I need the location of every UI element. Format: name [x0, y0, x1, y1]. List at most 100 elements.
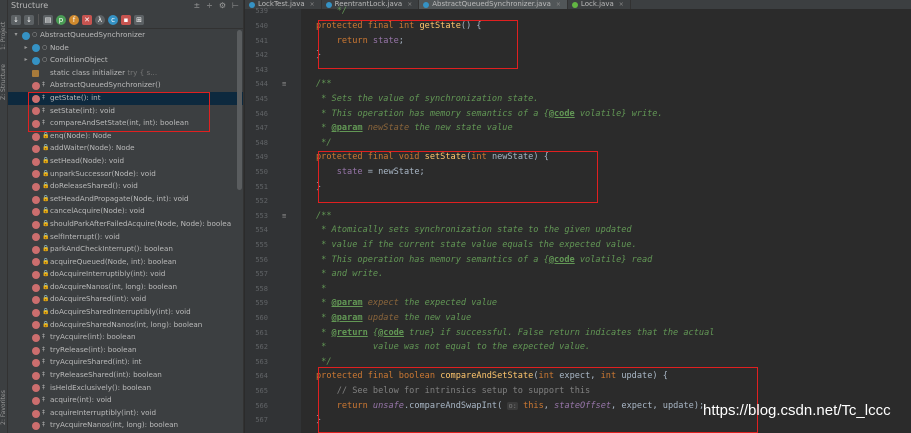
method-icon	[32, 397, 40, 406]
tree-item[interactable]: ‡ tryReleaseShared(int): boolean	[8, 369, 243, 382]
tree-item[interactable]: ‡ tryRelease(int): boolean	[8, 344, 243, 357]
show-non-public-icon[interactable]: ✕	[82, 14, 92, 25]
tree-item[interactable]: ‡ AbstractQueuedSynchronizer()	[8, 79, 243, 92]
expand-all-icon[interactable]: ±	[193, 1, 200, 10]
tree-item[interactable]: ‡ acquireInterruptibly(int): void	[8, 407, 243, 420]
tree-item[interactable]: 🔒 doAcquireSharedNanos(int, long): boolea…	[8, 319, 243, 332]
tree-item[interactable]: 🔒 unparkSuccessor(Node): void	[8, 168, 243, 181]
code-line: /**	[316, 79, 332, 89]
tree-item[interactable]: 🔒 selfInterrupt(): void	[8, 231, 243, 244]
autoscroll-icon[interactable]: ⊞	[134, 14, 144, 25]
tree-item[interactable]: ▾ ○ AbstractQueuedSynchronizer	[8, 29, 243, 42]
close-tab-icon[interactable]: ×	[619, 0, 624, 9]
code-token: protected final void	[316, 152, 425, 163]
code-token: *	[316, 283, 327, 294]
code-token: ;	[398, 35, 404, 46]
close-tab-icon[interactable]: ×	[556, 0, 561, 9]
structure-tool-label[interactable]: Z: Structure	[0, 55, 8, 100]
tree-item[interactable]: ‡ setState(int): void	[8, 105, 243, 118]
settings-icon[interactable]: ⚙	[219, 1, 226, 10]
tree-item-hint: try { s...	[125, 67, 158, 77]
code-token: int	[600, 371, 622, 382]
tree-item[interactable]: ‡ tryAcquireNanos(int, long): boolean	[8, 419, 243, 432]
method-icon	[32, 384, 40, 393]
tree-item[interactable]: 🔒 doAcquireSharedInterruptibly(int): void	[8, 306, 243, 319]
favorites-tool-label[interactable]: 2: Favorites	[0, 375, 8, 425]
method-icon	[32, 334, 40, 343]
code-line: */	[316, 356, 332, 367]
editor-tab[interactable]: Lock.java ×	[568, 0, 631, 9]
tab-label: Lock.java	[580, 0, 614, 8]
code-token: state	[336, 167, 363, 177]
visibility-icon: ○	[32, 31, 38, 38]
show-properties-icon[interactable]: p	[56, 14, 66, 25]
tree-item-label: AbstractQueuedSynchronizer()	[50, 80, 161, 90]
fold-doc-icon[interactable]: ≡	[282, 80, 286, 88]
method-icon	[32, 132, 40, 141]
tree-item[interactable]: 🔒 enq(Node): Node	[8, 130, 243, 143]
close-tab-icon[interactable]: ×	[310, 0, 315, 9]
hide-icon[interactable]: ⊢	[232, 1, 239, 10]
tree-item[interactable]: 🔒 shouldParkAfterFailedAcquire(Node, Node…	[8, 218, 243, 231]
tree-item[interactable]: 🔒 doAcquireInterruptibly(int): void	[8, 268, 243, 281]
fold-doc-icon[interactable]: ≡	[282, 212, 286, 220]
tree-item[interactable]: static class initializer try { s...	[8, 67, 243, 80]
tree-item-label: AbstractQueuedSynchronizer	[40, 30, 146, 39]
code-token: }	[316, 415, 322, 426]
project-tool-label[interactable]: 1: Project	[0, 10, 8, 50]
tree-item[interactable]: ‡ tryAcquire(int): boolean	[8, 331, 243, 344]
tree-item[interactable]: ‡ acquire(int): void	[8, 394, 243, 407]
show-anonymous-icon[interactable]: c	[108, 14, 118, 25]
code-token: ,	[543, 400, 555, 411]
show-lambdas-icon[interactable]: λ	[95, 14, 105, 25]
tree-item[interactable]: 🔒 setHead(Node): void	[8, 155, 243, 168]
tree-item-label: cancelAcquire(Node): void	[50, 206, 145, 216]
tree-item[interactable]: ‡ isHeldExclusively(): boolean	[8, 382, 243, 395]
method-icon	[32, 182, 40, 191]
tree-item[interactable]: 🔒 doAcquireShared(int): void	[8, 293, 243, 306]
line-number: 566	[255, 401, 268, 410]
structure-scrollbar[interactable]	[237, 30, 242, 190]
editor-tab[interactable]: AbstractQueuedSynchronizer.java ×	[419, 0, 568, 9]
tree-item[interactable]: 🔒 parkAndCheckInterrupt(): boolean	[8, 243, 243, 256]
tree-item-label: doReleaseShared(): void	[50, 181, 138, 191]
show-fields-icon[interactable]: f	[69, 14, 79, 25]
sort-visibility-icon[interactable]: ↓	[24, 14, 34, 25]
tree-item[interactable]: 🔒 doReleaseShared(): void	[8, 180, 243, 193]
sort-alpha-icon[interactable]: ↓	[11, 14, 21, 25]
visibility-icon: ‡	[42, 119, 45, 127]
code-token: setState	[424, 152, 467, 163]
line-number: 546	[255, 109, 268, 118]
line-number: 552	[255, 197, 268, 206]
collapse-arrow-icon[interactable]: ▸	[22, 54, 30, 67]
show-inherited-icon[interactable]: ▪	[121, 14, 131, 25]
tree-item[interactable]: 🔒 acquireQueued(Node, int): boolean	[8, 256, 243, 269]
tree-item[interactable]: ▸ ○ ConditionObject	[8, 54, 243, 67]
tree-item-label: doAcquireSharedNanos(int, long): boolean	[50, 319, 203, 329]
visibility-icon: 🔒	[42, 295, 50, 303]
group-methods-icon[interactable]: ▤	[43, 14, 53, 25]
code-token: * and write.	[316, 269, 384, 280]
code-token: o:	[507, 401, 518, 410]
collapse-all-icon[interactable]: ÷	[206, 1, 213, 10]
tree-item[interactable]: ‡ getState(): int	[8, 91, 243, 105]
watermark: https://blog.csdn.net/Tc_lccc	[703, 402, 891, 419]
visibility-icon: ‡	[42, 371, 45, 379]
method-icon	[32, 208, 40, 217]
tree-item[interactable]: 🔒 doAcquireNanos(int, long): boolean	[8, 281, 243, 294]
tree-item[interactable]: ‡ compareAndSetState(int, int): boolean	[8, 117, 243, 130]
code-token: */	[316, 356, 332, 367]
expand-arrow-icon[interactable]: ▾	[12, 29, 20, 42]
tree-item[interactable]: ▸ ○ Node	[8, 42, 243, 55]
tab-label: AbstractQueuedSynchronizer.java	[432, 0, 551, 8]
close-tab-icon[interactable]: ×	[407, 0, 412, 9]
tree-item[interactable]: 🔒 setHeadAndPropagate(Node, int): void	[8, 193, 243, 206]
code-area[interactable]	[301, 9, 911, 433]
tree-item[interactable]: 🔒 cancelAcquire(Node): void	[8, 205, 243, 218]
tree-item-label: shouldParkAfterFailedAcquire(Node, Node)…	[50, 218, 232, 228]
collapse-arrow-icon[interactable]: ▸	[22, 42, 30, 55]
method-icon	[32, 359, 40, 368]
code-token: }	[316, 50, 322, 61]
tree-item[interactable]: ‡ tryAcquireShared(int): int	[8, 356, 243, 369]
tree-item[interactable]: 🔒 addWaiter(Node): Node	[8, 142, 243, 155]
